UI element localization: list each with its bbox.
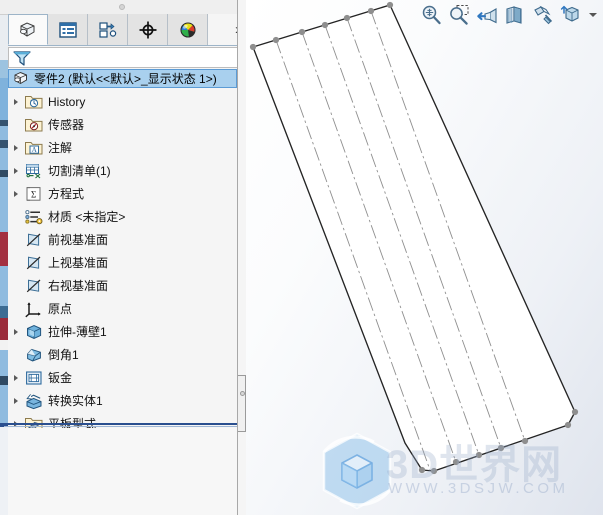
tree-item[interactable]: 拉伸-薄壁1 xyxy=(8,320,246,343)
property-list-icon xyxy=(58,21,77,38)
manager-tab-row: › xyxy=(8,14,246,46)
feature-tree: History 传感器 A 注解 切割清单(1) Σ 方程式 材质 <未指定> … xyxy=(8,90,246,431)
flat-pattern-model[interactable] xyxy=(246,0,603,515)
svg-text:A: A xyxy=(32,146,38,154)
sheet-metal-icon xyxy=(24,369,44,387)
part-tree-icon xyxy=(20,21,35,37)
tree-item[interactable]: A 注解 xyxy=(8,136,246,159)
dimxpert-target-icon xyxy=(139,21,156,38)
equations-icon: Σ xyxy=(24,185,44,203)
svg-text:Σ: Σ xyxy=(31,189,36,199)
zoom-to-area-button[interactable] xyxy=(447,3,471,27)
plane-icon xyxy=(24,254,44,272)
heads-up-view-toolbar xyxy=(419,2,599,28)
material-icon xyxy=(24,208,44,226)
tree-item[interactable]: 传感器 xyxy=(8,113,246,136)
expand-arrow-icon[interactable] xyxy=(8,144,24,151)
tab-property-manager[interactable] xyxy=(48,14,88,45)
annotations-icon: A xyxy=(24,139,44,157)
expand-arrow-icon[interactable] xyxy=(8,374,24,381)
panel-empty-area xyxy=(8,428,242,515)
extrude-thin-icon xyxy=(24,323,44,341)
tree-item-label: History xyxy=(48,94,86,109)
expand-arrow-icon[interactable] xyxy=(8,98,24,105)
previous-view-button[interactable] xyxy=(475,3,499,27)
tree-root-part[interactable]: 零件2 (默认<<默认>_显示状态 1>) xyxy=(8,69,237,88)
display-style-dropdown[interactable] xyxy=(587,3,599,27)
tree-item-label: 钣金 xyxy=(48,371,73,385)
previous-view-icon xyxy=(476,8,497,24)
section-view-button[interactable] xyxy=(503,3,527,27)
tree-item[interactable]: 右视基准面 xyxy=(8,274,246,297)
zoom-to-area-icon xyxy=(450,5,469,25)
tree-filter-input[interactable] xyxy=(35,49,243,66)
tree-item-label: 方程式 xyxy=(48,187,85,201)
chamfer-icon xyxy=(24,346,44,364)
tree-item-label: 传感器 xyxy=(48,118,85,132)
solidworks-window: › 零件2 (默认<<默认>_显示状态 1>) xyxy=(0,0,603,515)
panel-splitter-dot[interactable] xyxy=(240,391,245,396)
tree-item[interactable]: 前视基准面 xyxy=(8,228,246,251)
graphics-viewport[interactable]: 3D世界网 WWW.3DSJW.COM xyxy=(246,0,603,515)
appearance-sphere-icon xyxy=(179,21,196,38)
expand-arrow-icon[interactable] xyxy=(8,328,24,335)
panel-splitter-handle[interactable] xyxy=(238,375,246,432)
feature-manager-panel: › 零件2 (默认<<默认>_显示状态 1>) xyxy=(0,0,246,515)
tree-item-label: 前视基准面 xyxy=(48,233,109,247)
expand-arrow-icon[interactable] xyxy=(8,190,24,197)
expand-arrow-icon[interactable] xyxy=(8,167,24,174)
tree-root-label: 零件2 (默认<<默认>_显示状态 1>) xyxy=(34,72,217,86)
tree-item[interactable]: 切割清单(1) xyxy=(8,159,246,182)
tree-item[interactable]: Σ 方程式 xyxy=(8,182,246,205)
expand-arrow-icon[interactable] xyxy=(8,397,24,404)
display-style-cube-icon xyxy=(560,5,579,22)
filter-funnel-icon[interactable] xyxy=(11,49,35,67)
tree-item[interactable]: 转换实体1 xyxy=(8,389,246,412)
section-view-icon xyxy=(506,6,522,24)
tree-bottom-rule-light xyxy=(4,426,242,427)
tree-item-label: 注解 xyxy=(48,141,73,155)
tree-item[interactable]: 上视基准面 xyxy=(8,251,246,274)
plane-icon xyxy=(24,277,44,295)
panel-splitter[interactable] xyxy=(237,0,246,515)
tab-feature-manager[interactable] xyxy=(8,14,48,45)
configuration-icon xyxy=(98,21,116,38)
cut-list-icon xyxy=(24,162,44,180)
tree-item[interactable]: 原点 xyxy=(8,297,246,320)
tab-display-manager[interactable] xyxy=(168,14,208,45)
display-style-button[interactable] xyxy=(559,3,583,27)
view-orientation-icon xyxy=(533,5,552,25)
tree-item-label: 上视基准面 xyxy=(48,256,109,270)
tree-item-label: 材质 <未指定> xyxy=(48,210,126,224)
tree-filter-row[interactable] xyxy=(8,47,244,68)
tree-item-label: 倒角1 xyxy=(48,348,79,362)
zoom-to-fit-button[interactable] xyxy=(419,3,443,27)
origin-icon xyxy=(24,300,44,318)
sensors-folder-icon xyxy=(24,116,44,134)
model-face[interactable] xyxy=(253,5,575,471)
view-orientation-button[interactable] xyxy=(531,3,555,27)
tab-configuration-manager[interactable] xyxy=(88,14,128,45)
part-icon xyxy=(14,71,27,85)
tree-item-label: 右视基准面 xyxy=(48,279,109,293)
tree-item-label: 原点 xyxy=(48,302,73,316)
tree-item-label: 拉伸-薄壁1 xyxy=(48,325,107,339)
tree-item[interactable]: 钣金 xyxy=(8,366,246,389)
zoom-to-fit-icon xyxy=(422,5,441,25)
tree-item-label: 转换实体1 xyxy=(48,394,103,408)
history-folder-icon xyxy=(24,93,44,111)
tab-dimxpert-manager[interactable] xyxy=(128,14,168,45)
command-tab-strip[interactable] xyxy=(0,0,8,515)
tree-item-label: 切割清单(1) xyxy=(48,164,111,178)
tree-item[interactable]: History xyxy=(8,90,246,113)
convert-solid-icon xyxy=(24,392,44,410)
tree-bottom-rule xyxy=(4,423,242,425)
plane-icon xyxy=(24,231,44,249)
tree-item[interactable]: 倒角1 xyxy=(8,343,246,366)
panel-top-gutter xyxy=(0,0,246,15)
tree-item[interactable]: 材质 <未指定> xyxy=(8,205,246,228)
panel-collapse-dot[interactable] xyxy=(119,4,125,10)
